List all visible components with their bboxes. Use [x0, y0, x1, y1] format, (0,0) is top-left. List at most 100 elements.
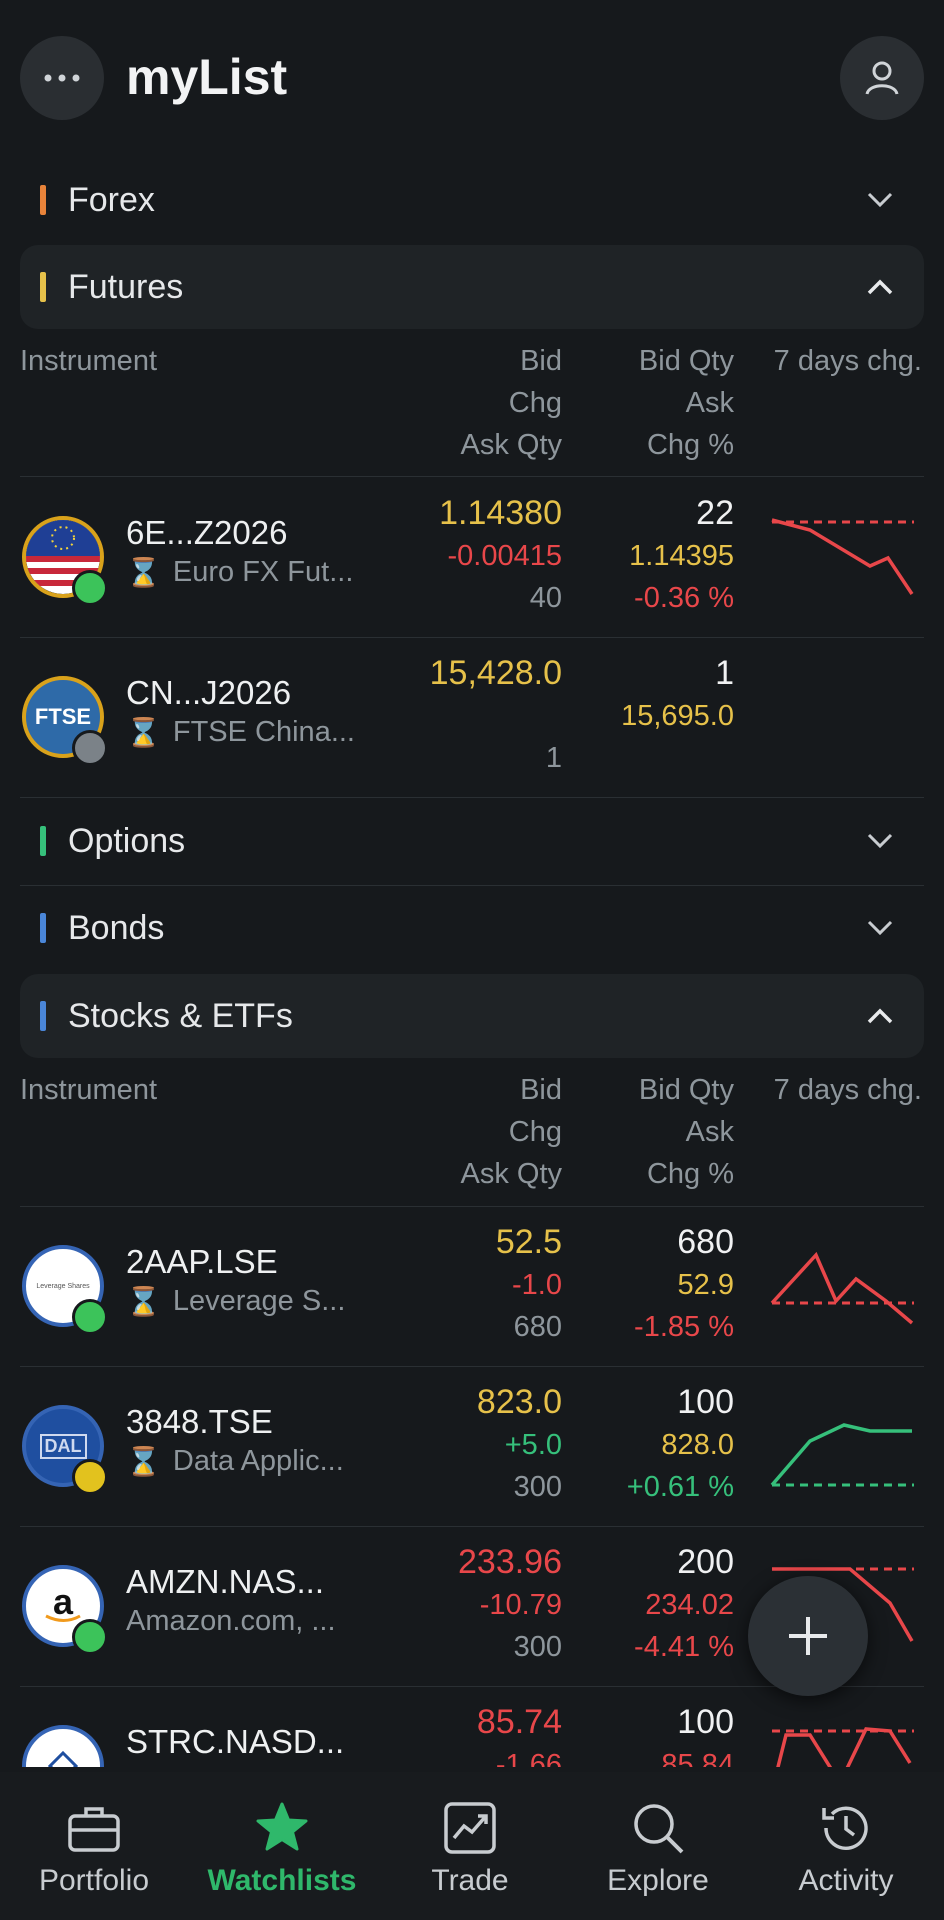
- col-chg: Chg: [508, 387, 562, 419]
- logo-text: Leverage Shares: [36, 1282, 90, 1290]
- bottom-nav: Portfolio Watchlists Trade Explore Activ…: [0, 1772, 944, 1920]
- description-text: Euro FX Fut...: [172, 556, 354, 588]
- col-bid-qty: Bid Qty: [638, 345, 734, 377]
- tab-activity[interactable]: Activity: [752, 1772, 940, 1920]
- chevron-up-icon[interactable]: [860, 996, 900, 1036]
- col-ask-qty: Ask Qty: [460, 1158, 562, 1190]
- description: Amazon.com, ...: [126, 1605, 336, 1638]
- plus-icon: [789, 1617, 827, 1655]
- search-icon: [634, 1804, 684, 1854]
- bid: 52.5: [495, 1223, 562, 1261]
- tab-label: Portfolio: [38, 1864, 150, 1897]
- chevron-down-icon[interactable]: [860, 821, 900, 861]
- section-stocks-etfs[interactable]: Stocks & ETFs: [20, 974, 924, 1058]
- section-color-bar: [40, 1001, 46, 1031]
- logo-text: DAL: [39, 1433, 87, 1459]
- section-futures[interactable]: Futures: [20, 245, 924, 329]
- ask-qty: 680: [513, 1311, 562, 1343]
- ask-qty: 300: [513, 1631, 562, 1663]
- symbol: CN...J2026: [126, 674, 292, 711]
- tab-explore[interactable]: Explore: [564, 1772, 752, 1920]
- description: ⌛ Leverage S...: [126, 1285, 345, 1318]
- avatar: [22, 1725, 104, 1767]
- briefcase-icon: [68, 1807, 120, 1852]
- symbol: 3848.TSE: [126, 1403, 273, 1440]
- symbol: 6E...Z2026: [126, 514, 288, 551]
- stocks-column-header: Instrument Bid Chg Ask Qty Bid Qty Ask C…: [20, 1069, 924, 1199]
- ask: 1.14395: [629, 540, 734, 572]
- sparkline: [770, 1423, 914, 1487]
- hourglass-icon: ⌛: [126, 1446, 161, 1477]
- tab-portfolio[interactable]: Portfolio: [0, 1772, 188, 1920]
- more-dots-icon: [44, 74, 80, 82]
- symbol: 2AAP.LSE: [126, 1243, 278, 1280]
- bid: 1.14380: [439, 494, 562, 532]
- bid-qty: 1: [715, 654, 734, 692]
- col-bid: Bid: [520, 1074, 562, 1106]
- status-dot: [72, 1299, 108, 1335]
- col-ask: Ask: [685, 387, 734, 419]
- section-options[interactable]: Options: [20, 799, 924, 883]
- description-text: Data Applic...: [172, 1445, 344, 1477]
- sparkline: [772, 1727, 914, 1767]
- section-color-bar: [40, 185, 46, 215]
- page-title: myList: [126, 49, 288, 105]
- futures-column-header: Instrument Bid Chg Ask Qty Bid Qty Ask C…: [20, 340, 924, 470]
- bid: 233.96: [458, 1543, 562, 1581]
- ask: 234.02: [645, 1589, 734, 1621]
- section-label: Bonds: [68, 908, 165, 947]
- description-text: FTSE China...: [172, 716, 355, 748]
- divider: [20, 476, 924, 477]
- table-row[interactable]: DAL 3848.TSE ⌛ Data Applic... 823.0 +5.0 …: [20, 1367, 924, 1525]
- section-label: Options: [68, 821, 186, 860]
- col-ask: Ask: [685, 1116, 734, 1148]
- section-forex[interactable]: Forex: [20, 158, 924, 242]
- table-row[interactable]: 6E...Z2026 ⌛ Euro FX Fut... 1.14380 -0.00…: [20, 478, 924, 636]
- section-bonds[interactable]: Bonds: [20, 886, 924, 970]
- hourglass-icon: ⌛: [126, 557, 161, 588]
- chevron-up-icon[interactable]: [860, 267, 900, 307]
- profile-button[interactable]: [840, 36, 924, 120]
- section-color-bar: [40, 272, 46, 302]
- chart-icon: [444, 1802, 496, 1854]
- col-chg-pct: Chg %: [646, 1158, 734, 1190]
- user-icon: [865, 61, 899, 95]
- add-button[interactable]: [748, 1576, 868, 1696]
- chg-pct: -0.36 %: [634, 582, 734, 614]
- chg: -1.0: [512, 1269, 562, 1301]
- chevron-down-icon[interactable]: [860, 180, 900, 220]
- bid-qty: 100: [677, 1383, 734, 1421]
- tab-label: Watchlists: [207, 1864, 357, 1897]
- status-dot: [72, 1619, 108, 1655]
- table-row[interactable]: FTSE CN...J2026 ⌛ FTSE China... 15,428.0 …: [20, 638, 924, 796]
- bid: 15,428.0: [429, 654, 562, 692]
- bid-qty: 200: [677, 1543, 734, 1581]
- col-bid-qty: Bid Qty: [638, 1074, 734, 1106]
- col-ask-qty: Ask Qty: [460, 429, 562, 461]
- col-chg: Chg: [508, 1116, 562, 1148]
- section-label: Forex: [68, 180, 155, 219]
- chg: -0.00415: [447, 540, 563, 572]
- more-menu-button[interactable]: [20, 36, 104, 120]
- status-dot: [72, 570, 108, 606]
- description: ⌛ FTSE China...: [126, 716, 355, 749]
- chg: -10.79: [479, 1589, 562, 1621]
- col-bid: Bid: [520, 345, 562, 377]
- symbol: STRC.NASD...: [126, 1723, 345, 1760]
- chevron-down-icon[interactable]: [860, 908, 900, 948]
- bid-qty: 680: [677, 1223, 734, 1261]
- tab-trade[interactable]: Trade: [376, 1772, 564, 1920]
- sparkline: [770, 1251, 914, 1325]
- description: ⌛ Data Applic...: [126, 1445, 344, 1478]
- row-clip: STRC.NASD... 85.74 -1.66 100 85.84: [0, 1687, 944, 1767]
- table-row[interactable]: STRC.NASD... 85.74 -1.66 100 85.84: [20, 1687, 924, 1767]
- logo-icon: [48, 1751, 78, 1767]
- tab-watchlists[interactable]: Watchlists: [188, 1772, 376, 1920]
- section-color-bar: [40, 913, 46, 943]
- table-row[interactable]: Leverage Shares 2AAP.LSE ⌛ Leverage S... …: [20, 1207, 924, 1365]
- bid-qty: 100: [677, 1703, 734, 1741]
- section-label: Futures: [68, 267, 184, 306]
- col-7-days-chg: 7 days chg.: [773, 1074, 922, 1106]
- description-text: Leverage S...: [172, 1285, 346, 1317]
- symbol: AMZN.NAS...: [126, 1563, 325, 1600]
